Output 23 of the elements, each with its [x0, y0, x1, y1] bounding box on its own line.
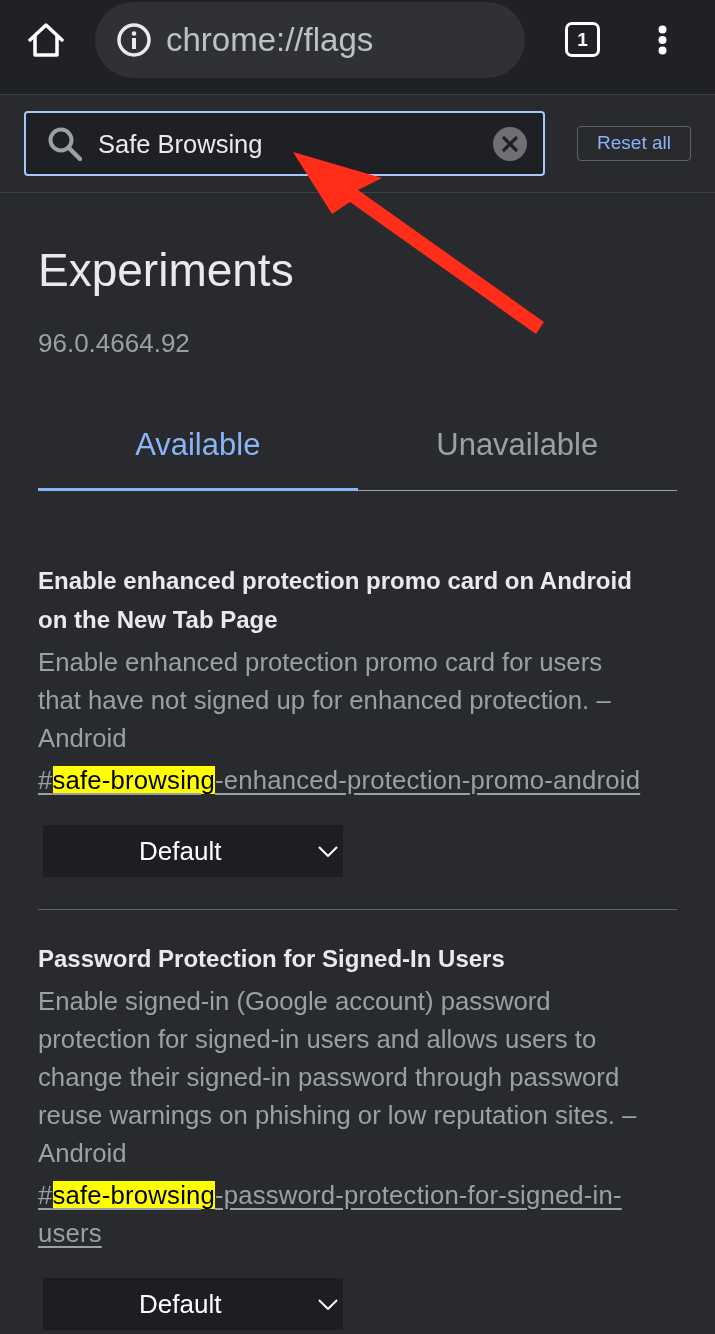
page-title: Experiments	[38, 245, 295, 295]
version-text: 96.0.4664.92	[38, 328, 191, 358]
home-icon[interactable]	[28, 22, 64, 58]
tab[interactable]: Available	[38, 408, 358, 491]
clear-icon[interactable]	[493, 126, 527, 161]
search-icon	[48, 126, 82, 161]
info-icon[interactable]	[117, 23, 151, 57]
reset-all-button[interactable]: Reset all	[577, 126, 691, 161]
url-text: chrome://flags	[166, 20, 374, 60]
select-dropdown[interactable]: Default	[43, 1278, 343, 1330]
flag-title: Password Protection for Signed-In Users	[38, 944, 506, 974]
flag-description: Enable signed-in (Google account) password protection for signed-in users and allows users to change their signed-in password through password reuse warnings on phishing or low reputation sites. – Android	[38, 986, 638, 1169]
chevron-down-icon	[318, 845, 338, 857]
flag-description: Enable enhanced protection promo card for users that have not signed up for enhanced protection. – Android	[38, 647, 612, 754]
search-text: Safe Browsing	[98, 128, 264, 159]
tab-switcher-button[interactable]: 1	[565, 22, 600, 57]
select-dropdown[interactable]: Default	[43, 825, 343, 877]
search-field[interactable]: Safe Browsing	[24, 111, 545, 176]
menu-icon[interactable]	[658, 25, 667, 55]
flag-title: Enable enhanced protection promo card on Android on the New Tab Page	[38, 566, 633, 635]
chevron-down-icon	[318, 1298, 338, 1310]
tab[interactable]: Unavailable	[357, 408, 677, 491]
address-bar[interactable]: chrome://flags	[95, 2, 525, 78]
